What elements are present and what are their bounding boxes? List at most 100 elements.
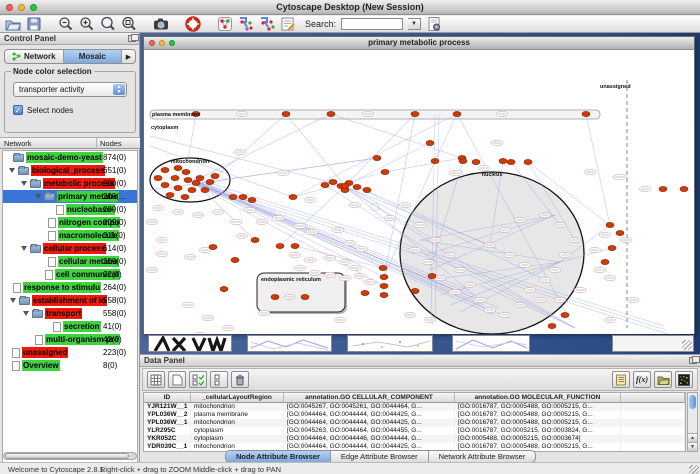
network-node[interactable] <box>680 186 688 191</box>
network-node[interactable] <box>171 175 179 180</box>
network-node[interactable] <box>381 169 389 174</box>
column-header[interactable]: annotation.GO CELLULAR_COMPONENT <box>284 393 455 402</box>
network-node[interactable] <box>659 186 667 191</box>
network-label[interactable]: response to stimulu <box>23 282 101 293</box>
table-row[interactable]: YPL036W__2plasma membrane[GO:0044464, GO… <box>144 411 685 419</box>
network-node[interactable] <box>201 187 209 192</box>
plasma-membrane-region[interactable] <box>150 110 600 119</box>
network-node[interactable] <box>248 197 256 202</box>
table-cell[interactable] <box>621 411 685 419</box>
network-node[interactable] <box>161 182 169 187</box>
apply-layout-b-icon[interactable] <box>259 16 275 32</box>
tree-row[interactable]: nitrogen compo209(0) <box>3 216 137 229</box>
search-input[interactable] <box>341 18 403 30</box>
network-label[interactable]: unassigned <box>22 347 68 358</box>
table-cell[interactable]: YKR052C <box>144 435 191 443</box>
network-node[interactable] <box>289 194 297 199</box>
table-cell[interactable]: plasma membrane <box>191 411 284 419</box>
float-panel-icon[interactable] <box>128 35 136 42</box>
network-node[interactable] <box>196 175 204 180</box>
window-resize-grip[interactable] <box>689 465 699 474</box>
network-node[interactable] <box>361 290 369 295</box>
network-node[interactable] <box>231 257 239 262</box>
table-cell[interactable]: mitochondrion <box>191 419 284 427</box>
column-header[interactable] <box>621 393 685 402</box>
table-cell[interactable]: [GO:0045267, GO:0045261, GO:0044464, G..… <box>284 403 455 411</box>
tree-row[interactable]: secretion41(0) <box>3 320 137 333</box>
network-node[interactable] <box>229 194 237 199</box>
table-cell[interactable]: [GO:0044464, GO:0044446, GO:0044444, G..… <box>284 435 455 443</box>
network-node[interactable] <box>211 173 219 178</box>
network-node[interactable] <box>329 179 337 184</box>
network-node[interactable] <box>239 194 247 199</box>
tree-row[interactable]: biological_process651(0) <box>3 164 137 177</box>
disclosure-triangle-icon[interactable] <box>23 311 29 316</box>
network-label[interactable]: Overview <box>22 360 60 371</box>
scrollbar-thumb[interactable] <box>5 453 129 459</box>
network-label[interactable]: establishment of lo <box>32 295 107 306</box>
tree-row[interactable]: multi-organism pro42(0) <box>3 333 137 346</box>
network-node[interactable] <box>380 283 388 288</box>
network-node[interactable] <box>276 243 284 248</box>
tree-row[interactable]: Overview8(0) <box>3 359 137 372</box>
network-node[interactable] <box>271 294 279 299</box>
network-label[interactable]: cellular process <box>43 243 106 254</box>
minimized-window-2[interactable] <box>347 335 433 352</box>
tree-horizontal-scrollbar[interactable] <box>3 452 137 460</box>
save-icon[interactable] <box>26 16 42 32</box>
network-node[interactable] <box>181 194 189 199</box>
tree-row[interactable]: metabolic process280(0) <box>3 177 137 190</box>
open-icon[interactable] <box>5 16 21 32</box>
network-node[interactable] <box>209 244 217 249</box>
table-cell[interactable]: YDR039C__1 <box>144 443 191 451</box>
zoom-out-icon[interactable] <box>58 16 74 32</box>
network-node[interactable] <box>363 187 371 192</box>
scrollbar-thumb[interactable] <box>689 395 696 409</box>
column-header[interactable]: annotation.GO MOLECULAR_FUNCTION <box>455 393 621 402</box>
table-cell[interactable]: [GO:0016787, GO:0005488, GO:0005215, G..… <box>455 411 621 419</box>
table-cell[interactable] <box>621 419 685 427</box>
attribute-table-header[interactable]: ID_cellularLayoutRegionannotation.GO CEL… <box>144 393 685 403</box>
manage-networks-icon[interactable] <box>217 16 233 32</box>
network-label[interactable]: biological_process <box>31 165 105 176</box>
tree-row[interactable]: unassigned223(0) <box>3 346 137 359</box>
tab-mosaic[interactable]: Mosaic <box>64 50 123 63</box>
network-node[interactable] <box>426 140 434 145</box>
tree-row[interactable]: macromolecule311(0) <box>3 229 137 242</box>
apply-layout-a-icon[interactable] <box>238 16 254 32</box>
network-node[interactable] <box>174 185 182 190</box>
network-node[interactable] <box>373 155 381 160</box>
network-node[interactable] <box>380 292 388 297</box>
tree-row[interactable]: cellular metabo209(0) <box>3 255 137 268</box>
search-dropdown-arrow[interactable]: ▼ <box>408 18 421 30</box>
table-cell[interactable]: [GO:0044464, GO:0044444, GO:0044425, G..… <box>284 411 455 419</box>
disclosure-triangle-icon[interactable] <box>9 168 15 173</box>
tree-row[interactable]: primary metabo209(... <box>3 190 137 203</box>
disclosure-triangle-icon[interactable] <box>35 194 41 199</box>
network-node[interactable] <box>174 165 182 170</box>
network-label[interactable]: mosaic-demo-yeast <box>26 152 103 163</box>
help-icon[interactable] <box>185 16 201 32</box>
network-node[interactable] <box>379 265 387 270</box>
network-node[interactable] <box>608 245 616 250</box>
network-node[interactable] <box>411 288 419 293</box>
snapshot-icon[interactable] <box>153 16 169 32</box>
formula-builder-icon[interactable]: f(x) <box>633 371 651 388</box>
tree-row[interactable]: cellular process614(0) <box>3 242 137 255</box>
network-node[interactable] <box>188 187 196 192</box>
network-node[interactable] <box>192 180 200 185</box>
table-cell[interactable] <box>621 427 685 435</box>
network-node[interactable] <box>291 243 299 248</box>
network-node[interactable] <box>524 159 532 164</box>
minimized-window-overview[interactable] <box>148 335 232 352</box>
column-divider[interactable] <box>96 138 97 149</box>
column-network[interactable]: Network <box>4 139 32 148</box>
network-node[interactable] <box>327 111 335 116</box>
minimized-window-3[interactable] <box>452 335 530 352</box>
tree-row[interactable]: mosaic-demo-yeast874(0) <box>3 151 137 164</box>
table-cell[interactable]: cytoplasm <box>191 435 284 443</box>
network-node[interactable] <box>353 184 361 189</box>
unselect-all-attributes-icon[interactable] <box>210 371 228 388</box>
disclosure-triangle-icon[interactable] <box>21 246 27 251</box>
table-cell[interactable]: mitochondrion <box>191 403 284 411</box>
